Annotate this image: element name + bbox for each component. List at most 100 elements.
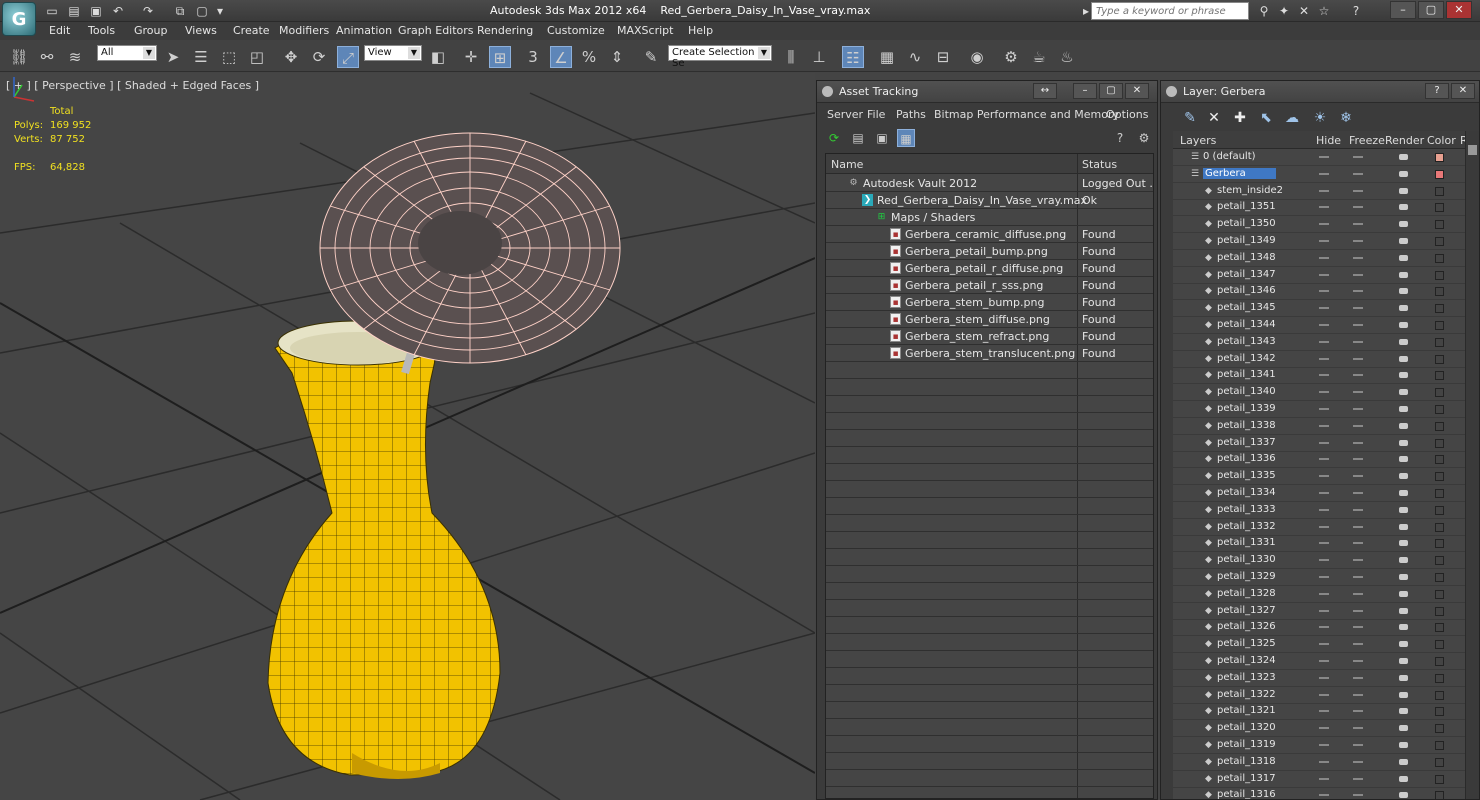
layer-row[interactable]: ◆ petail_1331: [1173, 535, 1465, 553]
color-swatch[interactable]: [1435, 153, 1444, 162]
hide-toggle[interactable]: [1319, 744, 1329, 746]
color-swatch[interactable]: [1435, 421, 1444, 431]
teapot-icon[interactable]: [1399, 775, 1408, 782]
freeze-toggle[interactable]: [1353, 391, 1363, 394]
menu-group[interactable]: Group: [134, 24, 168, 37]
teapot-icon[interactable]: [1399, 170, 1408, 177]
hide-toggle[interactable]: [1319, 492, 1329, 494]
color-swatch[interactable]: [1435, 489, 1444, 498]
panel-maximize-button[interactable]: ▢: [1099, 83, 1123, 99]
teapot-icon[interactable]: [1399, 322, 1408, 328]
teapot-icon[interactable]: [1399, 691, 1408, 698]
hide-toggle[interactable]: [1319, 172, 1329, 175]
layer-row[interactable]: ◆ petail_1349: [1173, 233, 1465, 250]
layer-row[interactable]: ◆ petail_1324: [1173, 653, 1465, 670]
color-swatch[interactable]: [1435, 640, 1444, 650]
teapot-icon[interactable]: [1399, 708, 1408, 715]
panel-help-button[interactable]: ?: [1425, 83, 1449, 99]
asset-row[interactable]: ⊞ Maps / Shaders: [826, 209, 1153, 226]
hide-all-icon[interactable]: ☀: [1311, 109, 1329, 127]
freeze-toggle[interactable]: [1353, 744, 1363, 746]
layer-row[interactable]: ◆ petail_1317: [1173, 771, 1465, 788]
unlink-icon[interactable]: ⚯: [36, 46, 58, 68]
menu-help[interactable]: Help: [688, 24, 713, 37]
column-status[interactable]: Status: [1082, 158, 1117, 171]
hide-toggle[interactable]: [1319, 559, 1329, 562]
spinner-snap-icon[interactable]: ⇕: [606, 46, 628, 68]
project-icon[interactable]: ⧉: [172, 3, 188, 19]
align-icon[interactable]: ⊥: [808, 46, 830, 68]
freeze-toggle[interactable]: [1353, 626, 1363, 629]
column-render[interactable]: Render: [1385, 134, 1424, 147]
maximize-button[interactable]: ▢: [1418, 1, 1444, 19]
color-swatch[interactable]: [1435, 556, 1444, 566]
hide-toggle[interactable]: [1319, 408, 1329, 410]
freeze-toggle[interactable]: [1353, 794, 1363, 797]
color-swatch[interactable]: [1435, 791, 1444, 799]
layer-row[interactable]: ◆ petail_1343: [1173, 334, 1465, 351]
layer-manager-icon[interactable]: ☷: [842, 46, 864, 68]
window-icon[interactable]: ▢: [194, 3, 210, 19]
menu-animation[interactable]: Animation: [336, 24, 392, 37]
layer-row[interactable]: ◆ petail_1337: [1173, 435, 1465, 452]
scrollbar-thumb[interactable]: [1468, 145, 1477, 155]
freeze-toggle[interactable]: [1353, 307, 1363, 310]
rendered-frame-window-icon[interactable]: ☕: [1028, 46, 1050, 68]
bind-space-warp-icon[interactable]: ≋: [64, 46, 86, 68]
color-swatch[interactable]: [1435, 707, 1444, 717]
freeze-toggle[interactable]: [1353, 458, 1363, 461]
teapot-icon[interactable]: [1399, 204, 1408, 211]
layer-row[interactable]: ◆ petail_1329: [1173, 569, 1465, 586]
teapot-icon[interactable]: [1399, 641, 1408, 648]
hide-toggle[interactable]: [1319, 475, 1329, 478]
teapot-icon[interactable]: [1399, 607, 1408, 614]
panel-close-button[interactable]: ✕: [1451, 83, 1475, 99]
hide-toggle[interactable]: [1319, 609, 1329, 612]
select-by-name-icon[interactable]: ☰: [190, 46, 212, 68]
asset-menu-paths[interactable]: Paths: [896, 108, 926, 121]
color-swatch[interactable]: [1435, 657, 1444, 666]
layer-manager-titlebar[interactable]: Layer: Gerbera ? ✕: [1161, 81, 1479, 103]
graphite-modeling-icon[interactable]: ▦: [876, 46, 898, 68]
column-hide[interactable]: Hide: [1316, 134, 1341, 147]
teapot-icon[interactable]: [1399, 372, 1408, 379]
menu-rendering[interactable]: Rendering: [477, 24, 533, 37]
color-swatch[interactable]: [1435, 573, 1444, 582]
layer-row[interactable]: ◆ petail_1323: [1173, 670, 1465, 687]
column-layers[interactable]: Layers: [1180, 134, 1216, 147]
table-view-icon[interactable]: ▦: [897, 129, 915, 147]
keyboard-shortcut-override-icon[interactable]: ⊞: [489, 46, 511, 68]
hide-toggle[interactable]: [1319, 525, 1329, 528]
color-swatch[interactable]: [1435, 757, 1444, 767]
layer-row[interactable]: ◆ petail_1348: [1173, 250, 1465, 267]
hide-toggle[interactable]: [1319, 391, 1329, 394]
menu-tools[interactable]: Tools: [88, 24, 115, 37]
color-swatch[interactable]: [1435, 237, 1444, 246]
teapot-icon[interactable]: [1399, 288, 1408, 295]
edit-named-selection-icon[interactable]: ✎: [640, 46, 662, 68]
redo-icon[interactable]: ↷: [140, 3, 156, 19]
color-swatch[interactable]: [1435, 455, 1444, 465]
teapot-icon[interactable]: [1399, 624, 1408, 631]
layer-scrollbar[interactable]: [1465, 131, 1479, 799]
layer-row[interactable]: ◆ petail_1340: [1173, 384, 1465, 402]
freeze-toggle[interactable]: [1353, 676, 1363, 679]
menu-modifiers[interactable]: Modifiers: [279, 24, 329, 37]
subscription-icon[interactable]: ✦: [1276, 3, 1292, 19]
thumbnail-view-icon[interactable]: ▣: [873, 129, 891, 147]
color-swatch[interactable]: [1435, 438, 1444, 448]
hide-toggle[interactable]: [1319, 458, 1329, 461]
refresh-icon[interactable]: ⟳: [825, 129, 843, 147]
teapot-icon[interactable]: [1399, 574, 1408, 580]
layer-row[interactable]: ◆ petail_1351: [1173, 199, 1465, 217]
teapot-icon[interactable]: [1399, 238, 1408, 244]
color-swatch[interactable]: [1435, 371, 1444, 381]
teapot-icon[interactable]: [1399, 338, 1408, 345]
panel-close-button[interactable]: ✕: [1125, 83, 1149, 99]
asset-row[interactable]: ▪ Gerbera_stem_diffuse.png Found: [826, 311, 1153, 328]
hide-toggle[interactable]: [1319, 727, 1329, 730]
teapot-icon[interactable]: [1399, 187, 1408, 194]
teapot-icon[interactable]: [1399, 422, 1408, 429]
menu-create[interactable]: Create: [233, 24, 270, 37]
viewport-label[interactable]: [ + ] [ Perspective ] [ Shaded + Edged F…: [6, 79, 259, 92]
